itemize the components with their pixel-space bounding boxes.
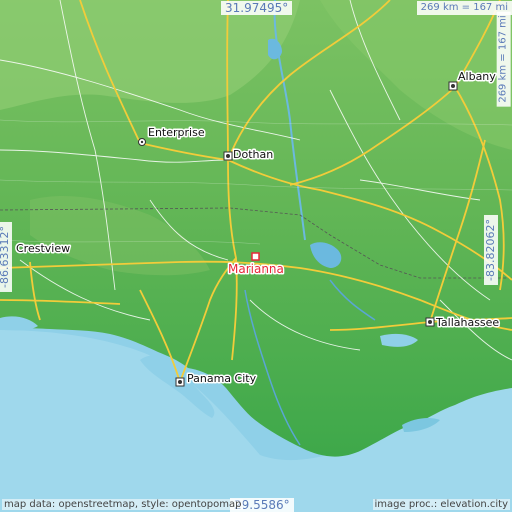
highlight-marker-marianna[interactable]	[251, 252, 260, 261]
city-marker-dothan[interactable]	[223, 151, 233, 161]
place-label-panama-city: Panama City	[187, 372, 257, 385]
city-marker-albany[interactable]	[448, 81, 458, 91]
map-attribution: map data: openstreetmap, style: opentopo…	[2, 499, 244, 510]
place-label-albany: Albany	[458, 70, 496, 83]
town-marker-enterprise[interactable]	[138, 138, 146, 146]
place-label-dothan: Dothan	[233, 148, 273, 161]
city-marker-panama-city[interactable]	[175, 377, 185, 387]
north-latitude-label: 31.97495°	[221, 1, 293, 15]
city-marker-tallahassee[interactable]	[425, 317, 435, 327]
west-longitude-label: -86.63312°	[0, 222, 12, 292]
place-label-tallahassee: Tallahassee	[435, 316, 499, 329]
place-label-enterprise: Enterprise	[148, 126, 205, 139]
scale-label-vertical: 269 km = 167 mi	[496, 11, 511, 107]
highlighted-city-label: Marianna	[228, 262, 284, 276]
place-label-crestview: Crestview	[16, 242, 70, 255]
east-longitude-label: -83.82062°	[483, 215, 498, 285]
topographic-map[interactable]: Albany Enterprise Dothan Crestview Talla…	[0, 0, 512, 512]
image-attribution: image proc.: elevation.city	[372, 499, 510, 510]
